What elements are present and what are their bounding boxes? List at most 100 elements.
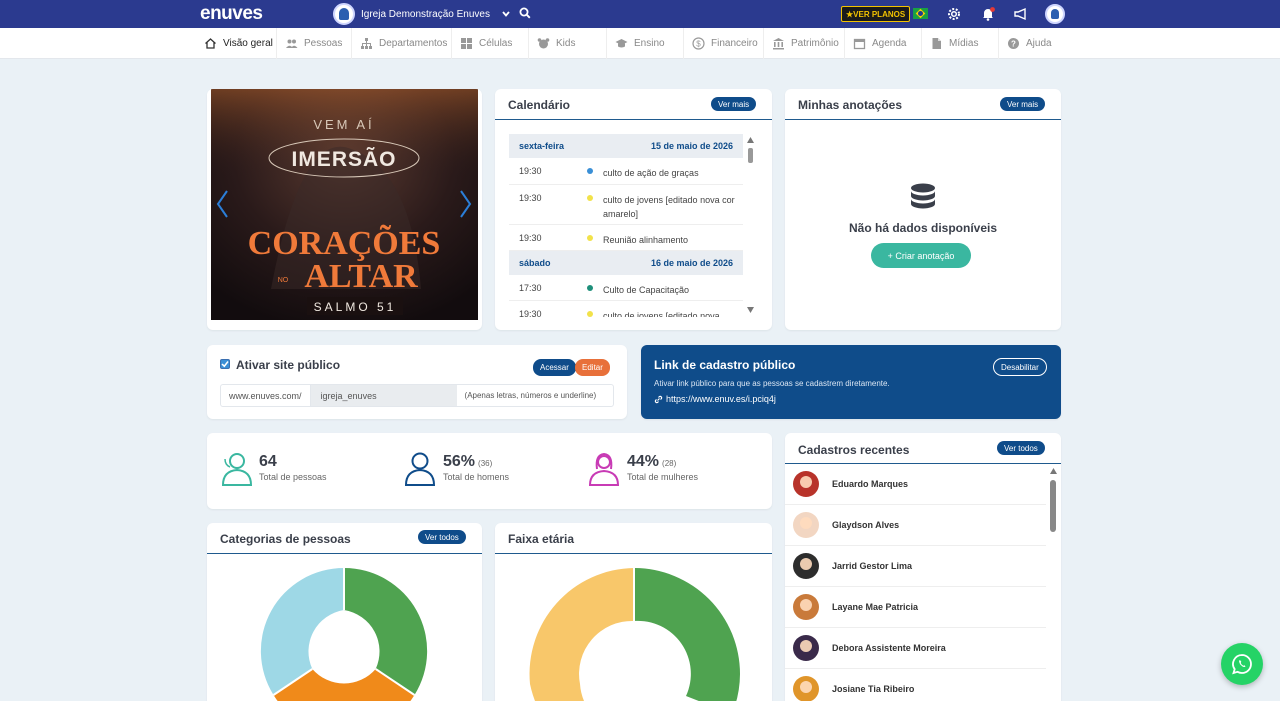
main-menu: Visão geral Pessoas Departamentos Célula… <box>0 28 1280 59</box>
menu-label: Células <box>479 38 513 49</box>
age-donut-chart <box>529 568 740 701</box>
calendar-scrollbar[interactable] <box>746 136 755 316</box>
see-plans-button[interactable]: ★VER PLANOS <box>841 6 911 22</box>
megaphone-icon[interactable] <box>1013 6 1029 22</box>
menu-patrimonio[interactable]: Patrimônio <box>764 28 845 59</box>
categories-more-button[interactable]: Ver todos <box>418 530 466 544</box>
user-avatar[interactable] <box>1045 4 1065 24</box>
calendar-card: Calendário Ver mais sexta-feira 15 de ma… <box>495 89 772 330</box>
church-name: Igreja Demonstração Enuves <box>361 8 490 20</box>
event-time: 19:30 <box>519 193 542 203</box>
slug-input[interactable]: igreja_enuves <box>310 385 457 406</box>
menu-label: Ajuda <box>1026 38 1052 49</box>
church-logo-icon <box>333 3 355 25</box>
event-color-dot <box>587 195 593 201</box>
menu-label: Pessoas <box>304 38 343 49</box>
public-site-card: Ativar site público Acessar Editar www.e… <box>207 345 627 419</box>
scroll-up-icon[interactable] <box>1049 467 1058 475</box>
graduation-icon <box>615 39 628 48</box>
day-date: 16 de maio de 2026 <box>650 258 733 268</box>
calendar-day-header: sexta-feira 15 de maio de 2026 <box>509 134 743 158</box>
event-color-dot <box>587 285 593 291</box>
recent-more-button[interactable]: Ver todos <box>997 441 1045 455</box>
chart-slice[interactable] <box>634 568 740 701</box>
event-title: culto de jovens [editado nova <box>603 311 720 317</box>
whatsapp-icon <box>1232 654 1252 675</box>
search-icon[interactable] <box>519 7 531 19</box>
recent-list: Eduardo Marques Glaydson Alves Jarrid Ge… <box>785 464 1046 701</box>
menu-agenda[interactable]: Agenda <box>845 28 922 59</box>
menu-visao-geral[interactable]: Visão geral <box>196 28 277 59</box>
banner-line3: CORAÇÕES <box>248 224 441 262</box>
banner-line4-small: NO <box>278 277 289 284</box>
notes-card: Minhas anotações Ver mais Não há dados d… <box>785 89 1061 330</box>
menu-ensino[interactable]: Ensino <box>607 28 684 59</box>
stat-men: 56% (36) Total de homens <box>443 453 509 482</box>
stat-value: 44% <box>627 453 660 470</box>
event-title: culto de jovens [editado nova cor amarel… <box>603 195 735 219</box>
calendar-event[interactable]: 19:30 Reunião alinhamento <box>509 225 743 251</box>
top-bar: enuves Igreja Demonstração Enuves ★VER P… <box>0 0 1280 28</box>
public-link-url[interactable]: https://www.enuv.es/i.pciq4j <box>654 394 776 404</box>
edit-button[interactable]: Editar <box>575 359 610 376</box>
calendar-event[interactable]: 19:30 culto de jovens [editado nova cor … <box>509 185 743 225</box>
scroll-down-icon[interactable] <box>746 306 755 314</box>
avatar <box>793 594 819 620</box>
stat-value: 56% <box>443 453 476 470</box>
disable-button[interactable]: Desabilitar <box>993 358 1047 376</box>
calendar-event[interactable]: 19:30 culto de jovens [editado nova <box>509 301 743 317</box>
create-note-button[interactable]: + Criar anotação <box>871 243 971 268</box>
bell-icon[interactable] <box>980 6 996 22</box>
scroll-thumb[interactable] <box>748 148 753 163</box>
recent-row[interactable]: Debora Assistente Moreira <box>785 628 1046 669</box>
event-title: culto de ação de graças <box>603 168 699 178</box>
event-time: 19:30 <box>519 166 542 176</box>
app-logo[interactable]: enuves <box>200 3 263 25</box>
recent-scrollbar[interactable] <box>1049 467 1058 697</box>
menu-pessoas[interactable]: Pessoas <box>277 28 352 59</box>
database-icon <box>911 183 935 209</box>
recent-row[interactable]: Josiane Tia Ribeiro <box>785 669 1046 701</box>
divider <box>785 119 1061 120</box>
menu-label: Kids <box>556 38 576 49</box>
menu-celulas[interactable]: Células <box>452 28 529 59</box>
menu-midias[interactable]: Mídias <box>922 28 999 59</box>
access-button[interactable]: Acessar <box>533 359 576 376</box>
church-selector[interactable]: Igreja Demonstração Enuves <box>333 3 511 25</box>
recent-name: Debora Assistente Moreira <box>832 643 946 653</box>
recent-name: Josiane Tia Ribeiro <box>832 684 915 694</box>
menu-label: Visão geral <box>223 38 273 49</box>
banner-image[interactable]: VEM AÍ IMERSÃO CORAÇÕES NO ALTAR SALMO 5… <box>211 89 478 320</box>
banner-line5: SALMO 51 <box>314 300 397 314</box>
menu-financeiro[interactable]: $ Financeiro <box>684 28 764 59</box>
scroll-up-icon[interactable] <box>746 136 755 144</box>
help-icon: ? <box>1008 38 1019 49</box>
gear-icon[interactable] <box>946 6 962 22</box>
recent-row[interactable]: Eduardo Marques <box>785 464 1046 505</box>
menu-kids[interactable]: Kids <box>529 28 607 59</box>
calendar-day-header: sábado 16 de maio de 2026 <box>509 251 743 275</box>
whatsapp-button[interactable] <box>1221 643 1263 685</box>
grid-icon <box>461 38 472 49</box>
menu-ajuda[interactable]: ? Ajuda <box>999 28 1069 59</box>
carousel-next-icon[interactable] <box>459 189 473 219</box>
event-color-dot <box>587 235 593 241</box>
brazil-flag-icon[interactable] <box>913 8 928 19</box>
avatar <box>793 471 819 497</box>
menu-label: Departamentos <box>379 38 448 49</box>
public-link-title: Link de cadastro público <box>654 358 796 372</box>
notes-title: Minhas anotações <box>798 98 903 112</box>
checkbox-icon[interactable] <box>220 359 230 369</box>
chart-slice[interactable] <box>529 568 634 684</box>
carousel-prev-icon[interactable] <box>215 189 229 219</box>
recent-row[interactable]: Layane Mae Patricia <box>785 587 1046 628</box>
recent-row[interactable]: Glaydson Alves <box>785 505 1046 546</box>
sitemap-icon <box>361 38 372 49</box>
calendar-event[interactable]: 17:30 Culto de Capacitação <box>509 275 743 301</box>
notes-more-button[interactable]: Ver mais <box>1000 97 1046 111</box>
menu-departamentos[interactable]: Departamentos <box>352 28 452 59</box>
calendar-more-button[interactable]: Ver mais <box>711 97 757 111</box>
recent-row[interactable]: Jarrid Gestor Lima <box>785 546 1046 587</box>
calendar-event[interactable]: 19:30 culto de ação de graças <box>509 158 743 185</box>
scroll-thumb[interactable] <box>1050 480 1056 532</box>
